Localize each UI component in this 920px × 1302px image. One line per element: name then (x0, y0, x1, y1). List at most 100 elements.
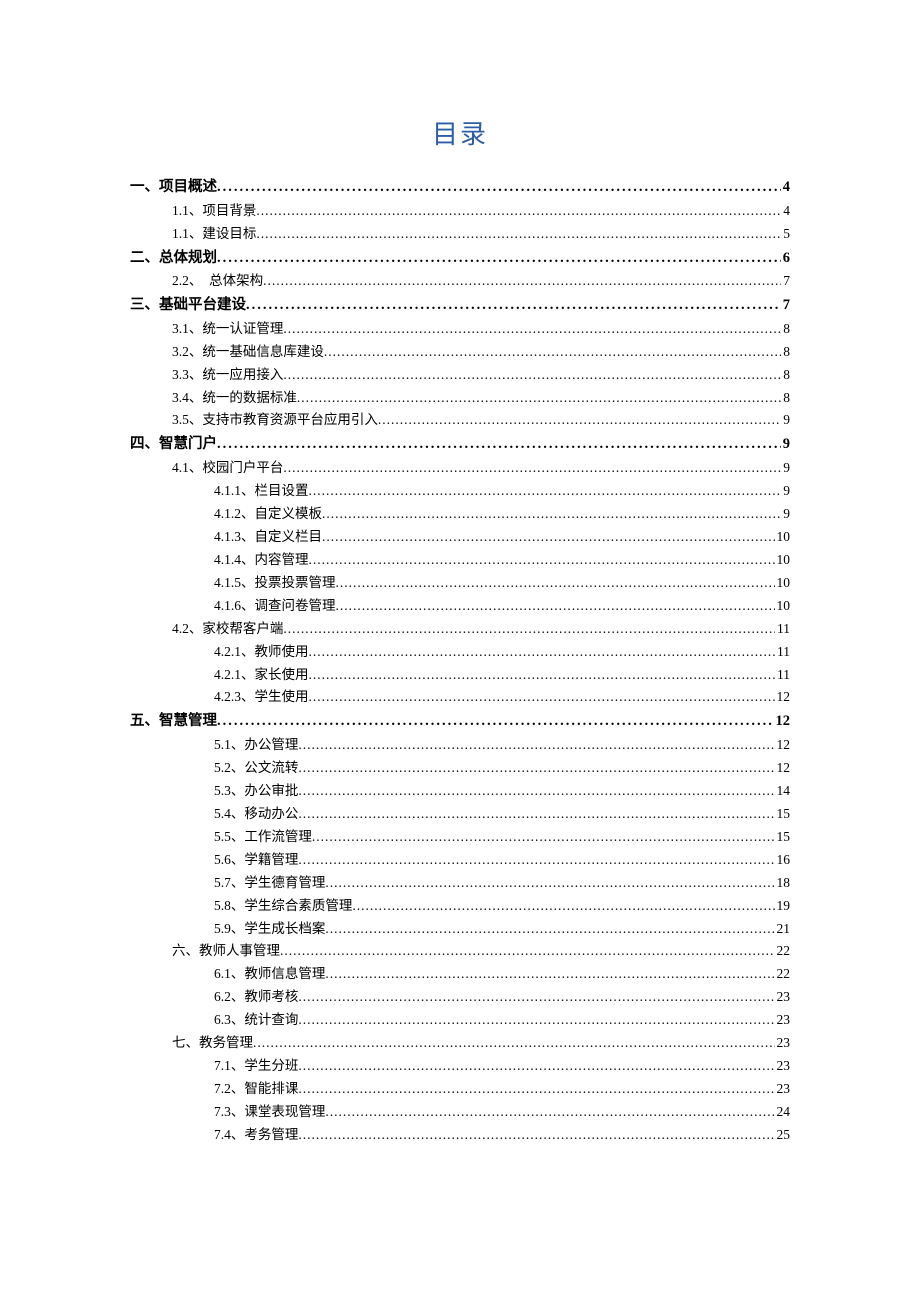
toc-entry-label: 7.4、考务管理 (214, 1124, 298, 1147)
toc-leader-dots (256, 200, 781, 223)
toc-leader-dots (312, 826, 775, 849)
page-title: 目录 (130, 114, 790, 151)
toc-entry: 四、智慧门户9 (130, 432, 790, 457)
toc-leader-dots (298, 780, 774, 803)
toc-leader-dots (324, 341, 781, 364)
toc-leader-dots (336, 595, 775, 618)
toc-entry: 2.2、 总体架构7 (172, 270, 790, 293)
toc-entry-label: 4.1.6、调查问卷管理 (214, 595, 336, 618)
toc-entry: 5.7、学生德育管理 18 (214, 872, 790, 895)
toc-entry-label: 4.1.3、自定义栏目 (214, 526, 322, 549)
toc-entry: 5.1、办公管理12 (214, 734, 790, 757)
toc-entry-label: 5.1、办公管理 (214, 734, 298, 757)
toc-leader-dots (283, 618, 775, 641)
toc-leader-dots (309, 664, 776, 687)
toc-leader-dots (217, 246, 781, 271)
toc-entry-page: 23 (775, 1055, 791, 1078)
toc-entry-page: 8 (781, 387, 790, 410)
toc-entry-label: 5.3、办公审批 (214, 780, 298, 803)
toc-entry-page: 4 (781, 200, 790, 223)
toc-entry: 4.1.4、内容管理 10 (214, 549, 790, 572)
toc-leader-dots (325, 1101, 774, 1124)
toc-entry-page: 16 (775, 849, 791, 872)
toc-entry-label: 5.7、学生德育管理 (214, 872, 325, 895)
toc-entry-label: 六、教师人事管理 (172, 940, 280, 963)
toc-entry-page: 23 (775, 1032, 791, 1055)
toc-entry-label: 3.5、支持市教育资源平台应用引入 (172, 409, 378, 432)
toc-entry-page: 14 (775, 780, 791, 803)
toc-entry-label: 5.4、移动办公 (214, 803, 298, 826)
toc-leader-dots (298, 757, 774, 780)
toc-entry-label: 4.1.1、栏目设置 (214, 480, 309, 503)
toc-entry: 7.3、课堂表现管理 24 (214, 1101, 790, 1124)
toc-leader-dots (217, 432, 781, 457)
toc-entry: 3.5、支持市教育资源平台应用引入9 (172, 409, 790, 432)
toc-entry-label: 6.3、统计查询 (214, 1009, 298, 1032)
toc-entry: 3.3、统一应用接入8 (172, 364, 790, 387)
toc-entry-page: 12 (775, 686, 791, 709)
toc-entry-label: 4.1、校园门户平台 (172, 457, 283, 480)
toc-entry: 3.2、统一基础信息库建设8 (172, 341, 790, 364)
toc-entry-page: 23 (775, 1078, 791, 1101)
toc-entry: 5.4、移动办公 15 (214, 803, 790, 826)
toc-entry-page: 23 (775, 1009, 791, 1032)
toc-leader-dots (263, 270, 781, 293)
toc-entry-label: 三、基础平台建设 (130, 293, 246, 318)
toc-leader-dots (298, 1124, 774, 1147)
toc-entry-label: 3.2、统一基础信息库建设 (172, 341, 324, 364)
toc-entry-label: 4.1.4、内容管理 (214, 549, 309, 572)
toc-entry: 4.2.1、家长使用11 (214, 664, 790, 687)
toc-entry-page: 24 (775, 1101, 791, 1124)
toc-entry-page: 18 (775, 872, 791, 895)
toc-entry-label: 4.1.2、自定义模板 (214, 503, 322, 526)
toc-entry-page: 12 (775, 757, 791, 780)
toc-leader-dots (298, 1009, 774, 1032)
toc-leader-dots (253, 1032, 775, 1055)
toc-leader-dots (217, 709, 774, 734)
toc-entry: 5.6、学籍管理16 (214, 849, 790, 872)
toc-leader-dots (298, 1055, 774, 1078)
toc-entry-page: 11 (775, 618, 790, 641)
toc-entry: 五、智慧管理12 (130, 709, 790, 734)
toc-entry: 4.1.5、投票投票管理10 (214, 572, 790, 595)
toc-entry-page: 9 (781, 457, 790, 480)
toc-entry-label: 7.1、学生分班 (214, 1055, 298, 1078)
toc-entry-label: 3.1、统一认证管理 (172, 318, 283, 341)
toc-entry-page: 8 (781, 364, 790, 387)
toc-entry-label: 4.1.5、投票投票管理 (214, 572, 336, 595)
toc-entry-label: 1.1、建设目标 (172, 223, 256, 246)
toc-entry: 7.2、智能排课23 (214, 1078, 790, 1101)
toc-entry-label: 四、智慧门户 (130, 432, 217, 457)
toc-entry: 5.8、学生综合素质管理19 (214, 895, 790, 918)
toc-leader-dots (336, 572, 775, 595)
toc-entry-page: 22 (775, 963, 791, 986)
toc-entry: 4.2、家校帮客户端11 (172, 618, 790, 641)
toc-entry-label: 3.4、统一的数据标准 (172, 387, 297, 410)
toc-entry-page: 9 (781, 503, 790, 526)
toc-entry-label: 七、教务管理 (172, 1032, 253, 1055)
toc-leader-dots (325, 918, 774, 941)
toc-leader-dots (378, 409, 781, 432)
toc-entry: 三、基础平台建设7 (130, 293, 790, 318)
toc-entry-label: 5.5、工作流管理 (214, 826, 312, 849)
toc-entry: 六、教师人事管理22 (172, 940, 790, 963)
toc-entry-page: 7 (781, 270, 790, 293)
toc-leader-dots (309, 641, 776, 664)
toc-entry-label: 4.2.3、学生使用 (214, 686, 309, 709)
toc-entry: 6.1、教师信息管理22 (214, 963, 790, 986)
toc-entry: 6.2、教师考核23 (214, 986, 790, 1009)
toc-entry-label: 7.3、课堂表现管理 (214, 1101, 325, 1124)
toc-leader-dots (297, 387, 781, 410)
toc-entry-page: 10 (775, 549, 791, 572)
toc-entry: 4.1.3、自定义栏目10 (214, 526, 790, 549)
toc-entry-label: 6.2、教师考核 (214, 986, 298, 1009)
toc-entry-label: 二、总体规划 (130, 246, 217, 271)
toc-leader-dots (298, 849, 774, 872)
toc-entry: 5.2、公文流转12 (214, 757, 790, 780)
toc-entry: 1.1、建设目标5 (172, 223, 790, 246)
toc-entry-page: 10 (775, 595, 791, 618)
toc-leader-dots (309, 480, 782, 503)
toc-entry-page: 15 (775, 803, 791, 826)
toc-entry: 3.1、统一认证管理8 (172, 318, 790, 341)
toc-leader-dots (217, 175, 781, 200)
